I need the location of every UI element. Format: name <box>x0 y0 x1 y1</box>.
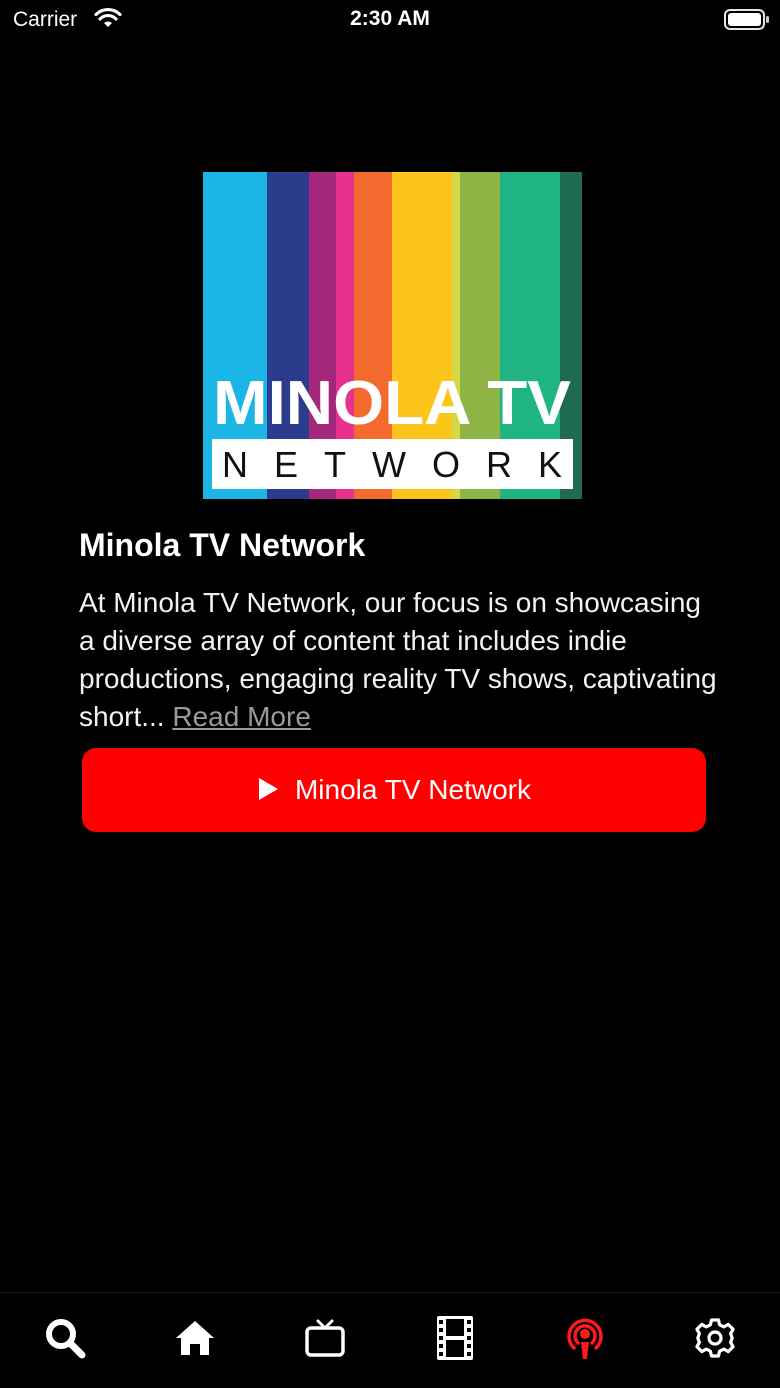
home-icon <box>174 1318 216 1363</box>
gear-icon <box>694 1317 736 1364</box>
podcast-icon <box>563 1315 607 1366</box>
channel-title: Minola TV Network <box>79 527 366 563</box>
tab-podcasts[interactable] <box>562 1317 608 1363</box>
tab-bar <box>0 1292 780 1388</box>
channel-logo: MINOLA TV NETWORK <box>203 172 583 499</box>
tab-tv[interactable] <box>302 1317 348 1363</box>
logo-subtitle-text: NETWORK <box>222 444 562 485</box>
battery-icon <box>724 9 770 36</box>
tab-movies[interactable] <box>432 1315 478 1366</box>
play-icon <box>257 777 279 804</box>
film-icon <box>434 1315 476 1366</box>
logo-title-text: MINOLA TV <box>213 369 571 438</box>
channel-description: At Minola TV Network, our focus is on sh… <box>79 584 719 736</box>
status-bar: Carrier 2:30 AM <box>0 0 780 40</box>
search-icon <box>44 1317 86 1364</box>
read-more-link[interactable]: Read More <box>172 701 311 732</box>
status-time: 2:30 AM <box>350 7 430 30</box>
tab-settings[interactable] <box>692 1317 738 1363</box>
tab-home[interactable] <box>172 1317 218 1363</box>
tv-icon <box>304 1317 346 1364</box>
watch-button-label: Minola TV Network <box>294 774 531 805</box>
watch-channel-button[interactable]: Minola TV Network <box>82 748 706 832</box>
tab-search[interactable] <box>42 1317 88 1363</box>
